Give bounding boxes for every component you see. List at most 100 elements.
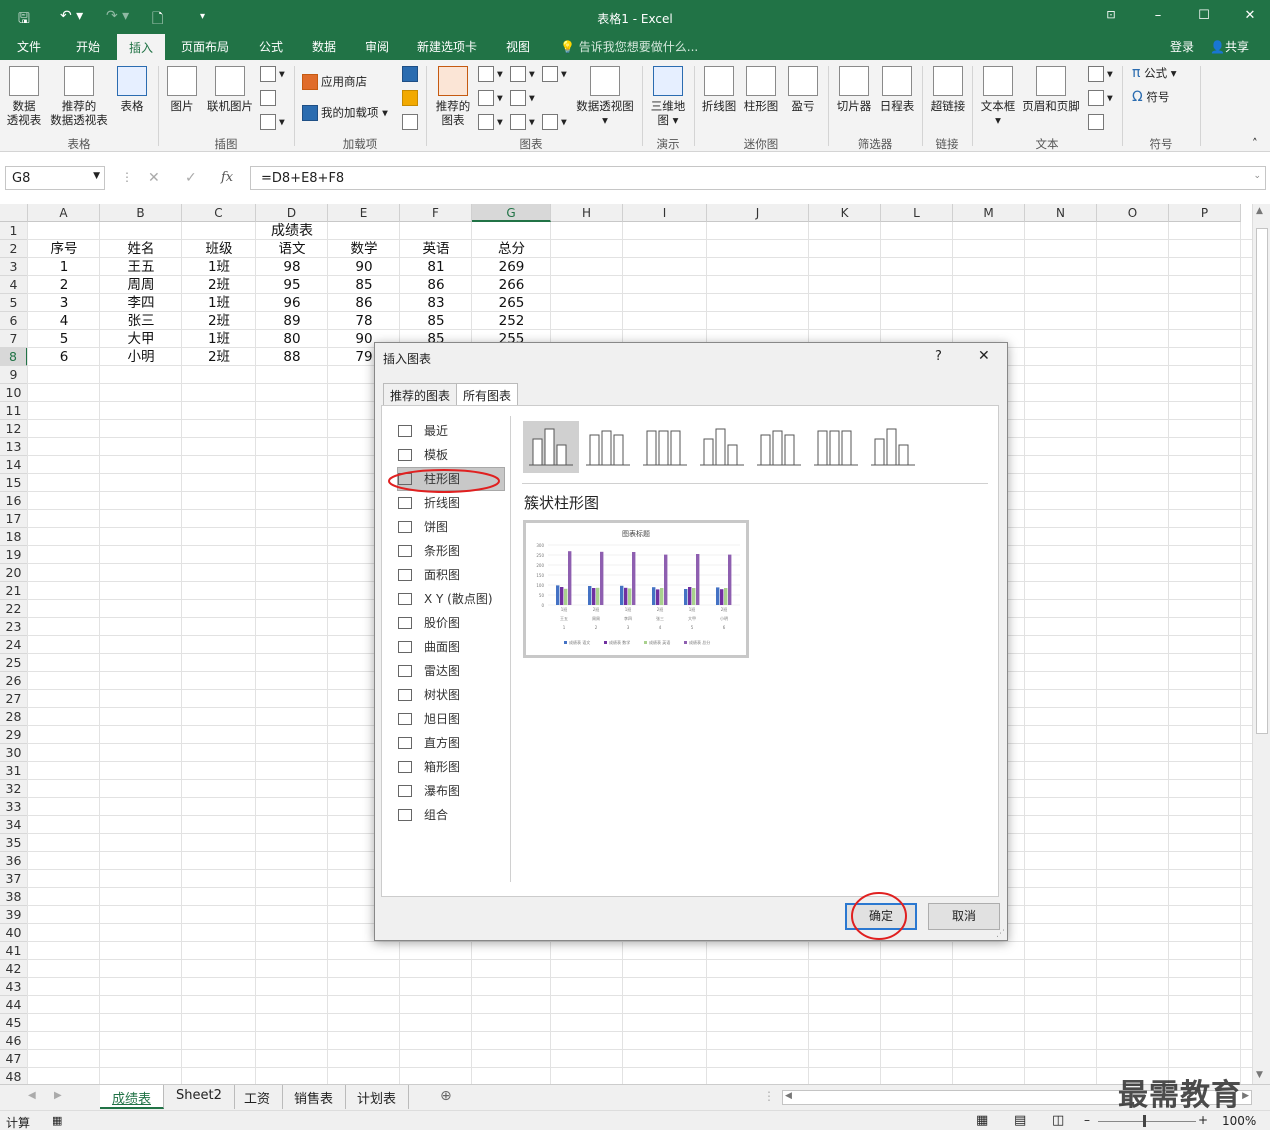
screenshot-button[interactable]: ▾ bbox=[260, 114, 285, 130]
macro-record-icon[interactable]: ▦ bbox=[52, 1114, 62, 1127]
column-header[interactable]: M bbox=[953, 204, 1025, 222]
row-header[interactable]: 10 bbox=[0, 384, 28, 402]
data-cell[interactable]: 85 bbox=[328, 276, 400, 294]
symbol-button[interactable]: Ω 符号 bbox=[1132, 90, 1169, 104]
column-header[interactable]: J bbox=[707, 204, 809, 222]
row-header[interactable]: 12 bbox=[0, 420, 28, 438]
chart-category-item[interactable]: 直方图 bbox=[398, 732, 504, 754]
timeline-button[interactable]: 日程表 bbox=[878, 66, 916, 113]
tab-formulas[interactable]: 公式 bbox=[259, 38, 283, 55]
smartart-button[interactable] bbox=[260, 90, 279, 106]
zoom-slider-thumb[interactable] bbox=[1143, 1115, 1146, 1127]
chart-category-item[interactable]: 组合 bbox=[398, 804, 504, 826]
row-header[interactable]: 3 bbox=[0, 258, 28, 276]
confirm-entry-icon[interactable]: ✓ bbox=[185, 170, 197, 186]
column-header[interactable]: K bbox=[809, 204, 881, 222]
data-cell[interactable]: 1 bbox=[28, 258, 100, 276]
resize-grip-icon[interactable]: ⋰ bbox=[996, 929, 1005, 939]
row-header[interactable]: 4 bbox=[0, 276, 28, 294]
page-layout-view-icon[interactable]: ▤ bbox=[1014, 1113, 1026, 1128]
row-header[interactable]: 17 bbox=[0, 510, 28, 528]
row-header[interactable]: 40 bbox=[0, 924, 28, 942]
dialog-close-icon[interactable]: ✕ bbox=[978, 348, 990, 364]
data-cell[interactable]: 85 bbox=[400, 312, 472, 330]
cancel-entry-icon[interactable]: ✕ bbox=[148, 170, 160, 186]
row-header[interactable]: 8 bbox=[0, 348, 28, 366]
pivot-chart-button[interactable]: 数据透视图 ▾ bbox=[574, 66, 636, 127]
data-cell[interactable]: 90 bbox=[328, 258, 400, 276]
data-cell[interactable]: 2 bbox=[28, 276, 100, 294]
textbox-button[interactable]: 文本框 ▾ bbox=[978, 66, 1018, 127]
chart-category-item[interactable]: 箱形图 bbox=[398, 756, 504, 778]
sheet-tab-sheet2[interactable]: Sheet2 bbox=[164, 1085, 235, 1109]
data-cell[interactable]: 96 bbox=[256, 294, 328, 312]
sheet-tab-salary[interactable]: 工资 bbox=[232, 1085, 284, 1109]
row-header[interactable]: 35 bbox=[0, 834, 28, 852]
data-cell[interactable]: 252 bbox=[472, 312, 551, 330]
tell-me-box[interactable]: 💡 告诉我您想要做什么... bbox=[560, 38, 698, 55]
waterfall-chart-menu[interactable]: ▾ bbox=[510, 90, 535, 106]
data-cell[interactable]: 1班 bbox=[182, 258, 256, 276]
data-cell[interactable]: 81 bbox=[400, 258, 472, 276]
recommended-charts-button[interactable]: 推荐的 图表 bbox=[432, 66, 474, 127]
column-header[interactable]: A bbox=[28, 204, 100, 222]
zoom-slider[interactable] bbox=[1098, 1121, 1196, 1122]
sparkline-column-button[interactable]: 柱形图 bbox=[742, 66, 780, 113]
chart-category-item[interactable]: 股价图 bbox=[398, 612, 504, 634]
column-header[interactable]: B bbox=[100, 204, 182, 222]
row-header[interactable]: 23 bbox=[0, 618, 28, 636]
3d-map-button[interactable]: 三维地 图 ▾ bbox=[648, 66, 688, 127]
sheet-tab-plan[interactable]: 计划表 bbox=[345, 1085, 410, 1109]
data-cell[interactable]: 6 bbox=[28, 348, 100, 366]
tab-review[interactable]: 审阅 bbox=[365, 38, 389, 55]
row-header[interactable]: 27 bbox=[0, 690, 28, 708]
vertical-scroll-thumb[interactable] bbox=[1256, 228, 1268, 734]
data-cell[interactable]: 李四 bbox=[100, 294, 182, 312]
scatter-chart-menu[interactable]: ▾ bbox=[510, 114, 535, 130]
recommended-pivot-button[interactable]: 推荐的 数据透视表 bbox=[48, 66, 110, 127]
data-cell[interactable]: 4 bbox=[28, 312, 100, 330]
chart-subtype-option[interactable] bbox=[751, 421, 807, 473]
hierarchy-chart-menu[interactable]: ▾ bbox=[510, 66, 535, 82]
row-header[interactable]: 46 bbox=[0, 1032, 28, 1050]
header-cell[interactable]: 序号 bbox=[28, 240, 100, 258]
tab-view[interactable]: 视图 bbox=[506, 38, 530, 55]
row-header[interactable]: 30 bbox=[0, 744, 28, 762]
data-cell[interactable]: 1班 bbox=[182, 330, 256, 348]
cancel-button[interactable]: 取消 bbox=[928, 903, 1000, 930]
slicer-button[interactable]: 切片器 bbox=[834, 66, 874, 113]
minimize-icon[interactable]: – bbox=[1146, 8, 1170, 23]
tab-recommended-charts[interactable]: 推荐的图表 bbox=[383, 383, 458, 405]
row-header[interactable]: 32 bbox=[0, 780, 28, 798]
tab-all-charts[interactable]: 所有图表 bbox=[456, 383, 519, 406]
data-cell[interactable]: 2班 bbox=[182, 312, 256, 330]
column-header[interactable]: C bbox=[182, 204, 256, 222]
tab-split-grip-icon[interactable]: ⋮ bbox=[763, 1089, 775, 1103]
row-header[interactable]: 33 bbox=[0, 798, 28, 816]
data-cell[interactable]: 95 bbox=[256, 276, 328, 294]
page-break-view-icon[interactable]: ◫ bbox=[1052, 1113, 1064, 1128]
chart-subtype-option[interactable] bbox=[580, 421, 636, 473]
row-header[interactable]: 41 bbox=[0, 942, 28, 960]
row-header[interactable]: 36 bbox=[0, 852, 28, 870]
row-header[interactable]: 14 bbox=[0, 456, 28, 474]
row-header[interactable]: 31 bbox=[0, 762, 28, 780]
data-cell[interactable]: 5 bbox=[28, 330, 100, 348]
data-cell[interactable]: 80 bbox=[256, 330, 328, 348]
scroll-right-icon[interactable]: ▶ bbox=[1242, 1091, 1249, 1101]
column-chart-menu[interactable]: ▾ bbox=[478, 66, 503, 82]
data-cell[interactable]: 98 bbox=[256, 258, 328, 276]
data-cell[interactable]: 78 bbox=[328, 312, 400, 330]
prev-sheet-icon[interactable]: ◀ bbox=[28, 1090, 36, 1101]
scroll-down-icon[interactable]: ▼ bbox=[1256, 1070, 1263, 1080]
sheet-title-cell[interactable]: 成绩表 bbox=[182, 222, 402, 240]
row-header[interactable]: 38 bbox=[0, 888, 28, 906]
zoom-in-icon[interactable]: + bbox=[1198, 1113, 1208, 1127]
data-cell[interactable]: 2班 bbox=[182, 348, 256, 366]
row-header[interactable]: 21 bbox=[0, 582, 28, 600]
chart-category-item[interactable]: 旭日图 bbox=[398, 708, 504, 730]
data-cell[interactable]: 86 bbox=[328, 294, 400, 312]
row-header[interactable]: 39 bbox=[0, 906, 28, 924]
chart-category-item[interactable]: 条形图 bbox=[398, 540, 504, 562]
row-header[interactable]: 2 bbox=[0, 240, 28, 258]
